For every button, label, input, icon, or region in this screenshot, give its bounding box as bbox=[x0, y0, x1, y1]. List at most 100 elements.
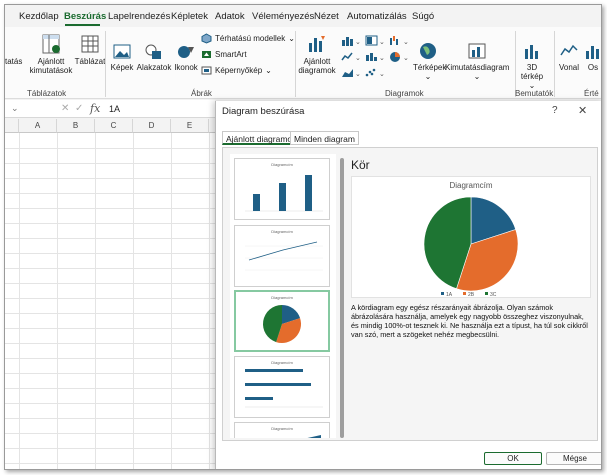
3d-map-button[interactable]: 3D térkép ⌄ bbox=[519, 41, 545, 90]
tab-view[interactable]: Nézet bbox=[314, 11, 339, 22]
pictures-icon bbox=[113, 44, 131, 59]
svg-text:⌄: ⌄ bbox=[355, 39, 361, 46]
tab-page-layout[interactable]: Lapelrendezés bbox=[108, 11, 170, 22]
globe-icon bbox=[420, 43, 436, 59]
screenshot-label: Képernyőkép bbox=[215, 66, 263, 75]
chart-preview: Diagramcím 1A 2B 3C bbox=[351, 176, 591, 298]
column-header-a[interactable]: A bbox=[19, 119, 57, 133]
smartart-label: SmartArt bbox=[215, 50, 247, 59]
line-chart-button[interactable]: ⌄ bbox=[341, 51, 363, 62]
shapes-label: Alakzatok bbox=[136, 63, 172, 72]
row-gridline bbox=[5, 343, 215, 344]
chart-title: Diagramcím bbox=[449, 181, 492, 190]
column-header-b[interactable]: B bbox=[57, 119, 95, 133]
worksheet-grid[interactable]: A B C D E F bbox=[5, 119, 215, 469]
tab-automate[interactable]: Automatizálás bbox=[347, 11, 407, 22]
tab-formulas[interactable]: Képletek bbox=[171, 11, 208, 22]
hierarchy-chart-button[interactable]: ⌄ bbox=[365, 35, 387, 46]
icons-button[interactable]: Ikonok bbox=[173, 43, 199, 72]
thumbnail-line[interactable]: Diagramcím bbox=[234, 225, 330, 287]
smartart-button[interactable]: SmartArt bbox=[201, 49, 247, 60]
line-thumbnail-graphic bbox=[245, 241, 323, 271]
table-button[interactable]: Táblázat bbox=[73, 33, 107, 66]
chart-thumbnail-list[interactable]: Diagramcím Diagramcím Diagramcím Diagram… bbox=[230, 154, 336, 438]
charts-group-label: Diagramok bbox=[385, 89, 424, 98]
chart-type-name: Kör bbox=[351, 158, 370, 172]
thumbnail-clustered-column[interactable]: Diagramcím bbox=[234, 158, 330, 220]
waterfall-chart-button[interactable]: ⌄ bbox=[389, 35, 411, 46]
tab-review[interactable]: Véleményezés bbox=[252, 11, 314, 22]
column-chart-button[interactable]: ⌄ bbox=[341, 35, 363, 46]
column-gridline bbox=[57, 133, 58, 469]
legend-swatch bbox=[441, 292, 444, 295]
recommended-charts-button[interactable]: Ajánlott diagramok bbox=[297, 33, 337, 75]
line-chart-icon: ⌄ bbox=[341, 52, 361, 62]
3d-models-label: Térhatású modellek bbox=[215, 34, 286, 43]
close-icon[interactable]: ✕ bbox=[578, 104, 587, 117]
thumbnail-clustered-bar[interactable]: Diagramcím bbox=[234, 356, 330, 418]
ok-button[interactable]: OK bbox=[484, 452, 542, 465]
tab-recommended-charts[interactable]: Ajánlott diagramok bbox=[222, 131, 301, 145]
3d-models-button[interactable]: Térhatású modellek ⌄ bbox=[201, 33, 295, 44]
confirm-entry-icon[interactable]: ✓ bbox=[75, 103, 83, 114]
tab-data[interactable]: Adatok bbox=[215, 11, 245, 22]
statistic-chart-button[interactable]: ⌄ bbox=[365, 51, 387, 62]
ribbon-tab-bar: Kezdőlap Beszúrás Lapelrendezés Képletek… bbox=[5, 5, 601, 27]
recommended-pivot-button[interactable]: Ajánlott kimutatások bbox=[27, 33, 75, 75]
maps-button[interactable]: Térképek ⌄ bbox=[413, 41, 447, 81]
cube-icon bbox=[201, 33, 212, 44]
ribbon-separator bbox=[295, 31, 296, 97]
maps-label: Térképek bbox=[413, 63, 447, 72]
row-gridline bbox=[5, 448, 215, 449]
area-chart-button[interactable]: ⌄ bbox=[341, 67, 363, 78]
sparkline-line-icon bbox=[560, 44, 578, 56]
recommended-pivot-icon bbox=[42, 34, 60, 54]
pivotchart-button[interactable]: Kimutatásdiagram ⌄ bbox=[445, 41, 509, 81]
thumbnail-pie[interactable]: Diagramcím bbox=[234, 290, 330, 352]
sparkline-column-button[interactable]: Os bbox=[583, 41, 601, 72]
hierarchy-chart-icon: ⌄ bbox=[365, 35, 385, 46]
icons-label: Ikonok bbox=[174, 63, 198, 72]
tab-insert[interactable]: Beszúrás bbox=[64, 11, 106, 22]
formula-bar: ⌄ ✕ ✓ fx 1A bbox=[5, 100, 215, 118]
ribbon: tatás Ajánlott kimutatások Táblázat Tábl… bbox=[5, 27, 601, 99]
cancel-entry-icon[interactable]: ✕ bbox=[61, 103, 69, 114]
excel-window: Kezdőlap Beszúrás Lapelrendezés Képletek… bbox=[4, 4, 602, 470]
column-header-c[interactable]: C bbox=[95, 119, 133, 133]
recommended-charts-label: Ajánlott diagramok bbox=[298, 57, 336, 75]
table-label: Táblázat bbox=[74, 57, 106, 66]
scatter-chart-button[interactable]: ⌄ bbox=[365, 67, 387, 78]
name-box-chevron-icon[interactable]: ⌄ bbox=[11, 103, 19, 114]
thumbnail-scrollbar[interactable] bbox=[340, 158, 344, 438]
row-gridline bbox=[5, 238, 215, 239]
screenshot-button[interactable]: Képernyőkép ⌄ bbox=[201, 65, 272, 76]
screenshot-icon bbox=[201, 66, 212, 75]
column-header-d[interactable]: D bbox=[133, 119, 171, 133]
pictures-button[interactable]: Képek bbox=[109, 43, 135, 72]
tab-home[interactable]: Kezdőlap bbox=[19, 11, 59, 22]
ribbon-separator bbox=[515, 31, 516, 97]
pivot-table-button[interactable]: tatás bbox=[5, 57, 22, 66]
sparkline-line-button[interactable]: Vonal bbox=[557, 41, 581, 72]
column-header-e[interactable]: E bbox=[171, 119, 209, 133]
row-gridline bbox=[5, 358, 215, 359]
pie-chart-button[interactable]: ⌄ bbox=[389, 51, 411, 62]
legend-label: 2B bbox=[468, 292, 475, 297]
tab-all-charts[interactable]: Minden diagram bbox=[290, 131, 359, 145]
shapes-button[interactable]: Alakzatok bbox=[136, 43, 172, 72]
pie-chart-svg: Diagramcím 1A 2B 3C bbox=[423, 181, 519, 298]
illustrations-group-label: Ábrák bbox=[191, 89, 212, 98]
formula-input[interactable]: 1A bbox=[109, 104, 120, 114]
tab-help[interactable]: Súgó bbox=[412, 11, 434, 22]
cancel-button[interactable]: Mégse bbox=[546, 452, 601, 465]
column-gridline bbox=[209, 133, 210, 469]
sparkline-line-label: Vonal bbox=[558, 63, 580, 72]
thumbnail-area[interactable]: Diagramcím bbox=[234, 422, 330, 438]
insert-chart-dialog: Diagram beszúrása ? ✕ Ajánlott diagramok… bbox=[215, 101, 601, 469]
row-gridline bbox=[5, 373, 215, 374]
sparkline-column-icon bbox=[586, 46, 599, 59]
select-all-corner[interactable] bbox=[5, 119, 19, 133]
help-icon[interactable]: ? bbox=[552, 105, 558, 116]
insert-function-icon[interactable]: fx bbox=[90, 102, 100, 115]
column-chart-icon: ⌄ bbox=[342, 37, 361, 46]
